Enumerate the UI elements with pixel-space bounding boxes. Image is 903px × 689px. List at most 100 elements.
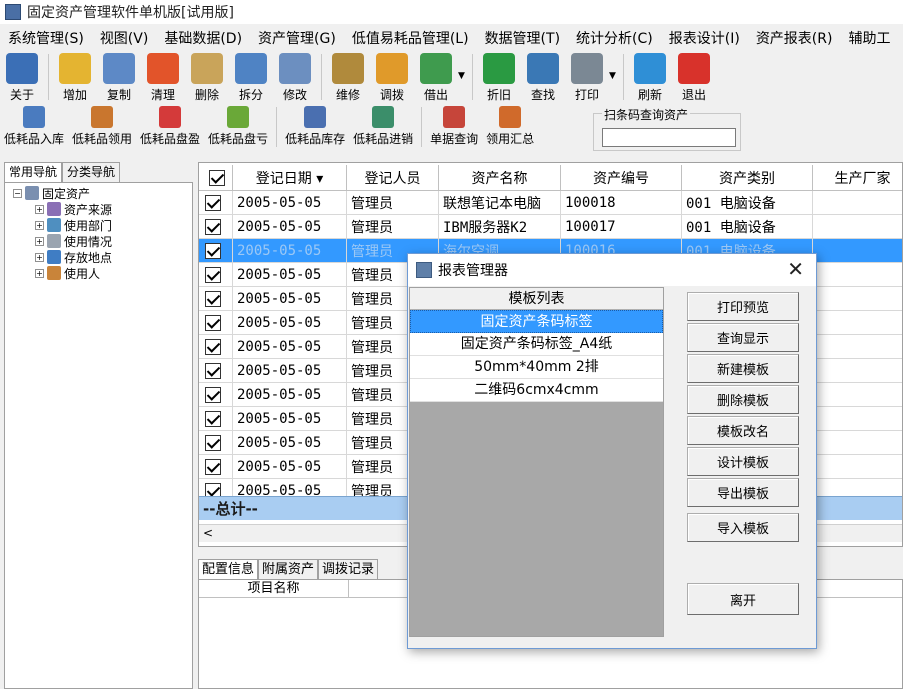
tab-attached-assets[interactable]: 附属资产: [258, 559, 319, 579]
expand-icon[interactable]: +: [35, 268, 44, 278]
menu-statistics[interactable]: 统计分析(C): [568, 28, 661, 48]
consumables-button[interactable]: 低耗品盘亏: [204, 104, 272, 150]
tab-config-info[interactable]: 配置信息: [198, 559, 259, 579]
row-select-cell[interactable]: [199, 455, 233, 479]
template-item[interactable]: 二维码6cmx4cmm: [410, 379, 663, 402]
col-item-name[interactable]: 项目名称: [199, 580, 349, 597]
row-select-cell[interactable]: [199, 407, 233, 431]
consumables-button[interactable]: 低耗品入库: [0, 104, 68, 150]
table-row[interactable]: 2005-05-05 管理员 IBM服务器K2 100017 001 电脑设备: [199, 215, 902, 239]
expand-icon[interactable]: +: [35, 204, 44, 214]
toolbar-button[interactable]: 修改: [273, 51, 317, 103]
expand-icon[interactable]: +: [35, 236, 44, 246]
row-select-cell[interactable]: [199, 383, 233, 407]
toolbar-button[interactable]: 折旧: [477, 51, 521, 103]
menu-data-mgmt[interactable]: 数据管理(T): [477, 28, 568, 48]
menu-asset-report[interactable]: 资产报表(R): [748, 28, 841, 48]
toolbar-button[interactable]: 打印: [565, 51, 609, 103]
col-registrant[interactable]: 登记人员: [347, 165, 439, 191]
row-select-cell[interactable]: [199, 359, 233, 383]
menu-report-design[interactable]: 报表设计(I): [661, 28, 748, 48]
menu-view[interactable]: 视图(V): [92, 28, 157, 48]
menu-base-data[interactable]: 基础数据(D): [156, 28, 250, 48]
row-select-cell[interactable]: [199, 215, 233, 239]
tree-item-source[interactable]: + 资产来源: [5, 201, 192, 217]
menu-system[interactable]: 系统管理(S): [0, 28, 92, 48]
toolbar-button[interactable]: 借出: [414, 51, 458, 103]
tree-item-department[interactable]: + 使用部门: [5, 217, 192, 233]
row-checkbox[interactable]: [205, 410, 221, 427]
delete-template-button[interactable]: 删除模板: [687, 385, 799, 414]
import-template-button[interactable]: 导入模板: [687, 513, 799, 542]
dropdown-caret-icon[interactable]: ▼: [609, 71, 619, 81]
row-select-cell[interactable]: [199, 263, 233, 287]
tree-root[interactable]: − 固定资产: [5, 185, 192, 201]
row-checkbox[interactable]: [205, 362, 221, 379]
exit-button[interactable]: 离开: [687, 583, 799, 615]
template-item[interactable]: 固定资产条码标签_A4纸: [410, 333, 663, 356]
scroll-left-icon[interactable]: <: [203, 526, 213, 540]
select-all-header[interactable]: [199, 165, 233, 191]
tab-category-nav[interactable]: 分类导航: [62, 162, 121, 182]
toolbar-button[interactable]: 调拨: [370, 51, 414, 103]
col-reg-date[interactable]: 登记日期 ▾: [233, 165, 347, 191]
tree-item-location[interactable]: + 存放地点: [5, 249, 192, 265]
row-checkbox[interactable]: [205, 434, 221, 451]
row-checkbox[interactable]: [205, 290, 221, 307]
row-checkbox[interactable]: [205, 242, 221, 259]
new-template-button[interactable]: 新建模板: [687, 354, 799, 383]
row-select-cell[interactable]: [199, 311, 233, 335]
query-display-button[interactable]: 查询显示: [687, 323, 799, 352]
export-template-button[interactable]: 导出模板: [687, 478, 799, 507]
toolbar-button[interactable]: 拆分: [229, 51, 273, 103]
select-all-checkbox[interactable]: [208, 169, 225, 186]
consumables-button[interactable]: 低耗品进销: [349, 104, 417, 150]
consumables-button[interactable]: 领用汇总: [482, 104, 538, 150]
toolbar-button[interactable]: 复制: [97, 51, 141, 103]
tab-common-nav[interactable]: 常用导航: [4, 162, 63, 182]
row-checkbox[interactable]: [205, 194, 221, 211]
template-item[interactable]: 固定资产条码标签: [410, 310, 663, 333]
row-select-cell[interactable]: [199, 239, 233, 263]
toolbar-button[interactable]: 查找: [521, 51, 565, 103]
row-checkbox[interactable]: [205, 386, 221, 403]
menu-asset-mgmt[interactable]: 资产管理(G): [250, 28, 344, 48]
menu-auxiliary[interactable]: 辅助工: [840, 28, 898, 48]
dropdown-caret-icon[interactable]: ▼: [458, 71, 468, 81]
tab-transfer-records[interactable]: 调拨记录: [318, 559, 379, 579]
toolbar-button[interactable]: 清理: [141, 51, 185, 103]
close-icon[interactable]: ✕: [787, 257, 804, 281]
tree-item-usage[interactable]: + 使用情况: [5, 233, 192, 249]
table-row[interactable]: 2005-05-05 管理员 联想笔记本电脑 100018 001 电脑设备: [199, 191, 902, 215]
row-checkbox[interactable]: [205, 218, 221, 235]
col-asset-category[interactable]: 资产类别: [682, 165, 813, 191]
toolbar-button[interactable]: 增加: [53, 51, 97, 103]
template-item[interactable]: 50mm*40mm 2排: [410, 356, 663, 379]
expand-icon[interactable]: +: [35, 252, 44, 262]
row-select-cell[interactable]: [199, 431, 233, 455]
menu-consumables[interactable]: 低值易耗品管理(L): [344, 28, 477, 48]
toolbar-button[interactable]: 刷新: [628, 51, 672, 103]
barcode-input[interactable]: [602, 128, 736, 147]
toolbar-button[interactable]: 退出: [672, 51, 716, 103]
tree-item-user[interactable]: + 使用人: [5, 265, 192, 281]
collapse-icon[interactable]: −: [13, 188, 22, 198]
rename-template-button[interactable]: 模板改名: [687, 416, 799, 445]
toolbar-button[interactable]: 维修: [326, 51, 370, 103]
row-checkbox[interactable]: [205, 266, 221, 283]
row-select-cell[interactable]: [199, 191, 233, 215]
row-select-cell[interactable]: [199, 335, 233, 359]
print-preview-button[interactable]: 打印预览: [687, 292, 799, 321]
consumables-button[interactable]: 单据查询: [426, 104, 482, 150]
row-checkbox[interactable]: [205, 458, 221, 475]
design-template-button[interactable]: 设计模板: [687, 447, 799, 476]
row-checkbox[interactable]: [205, 314, 221, 331]
col-asset-name[interactable]: 资产名称: [439, 165, 561, 191]
row-select-cell[interactable]: [199, 287, 233, 311]
consumables-button[interactable]: 低耗品库存: [281, 104, 349, 150]
row-checkbox[interactable]: [205, 338, 221, 355]
consumables-button[interactable]: 低耗品领用: [68, 104, 136, 150]
toolbar-button[interactable]: 关于: [0, 51, 44, 103]
col-manufacturer[interactable]: 生产厂家: [813, 165, 902, 191]
expand-icon[interactable]: +: [35, 220, 44, 230]
